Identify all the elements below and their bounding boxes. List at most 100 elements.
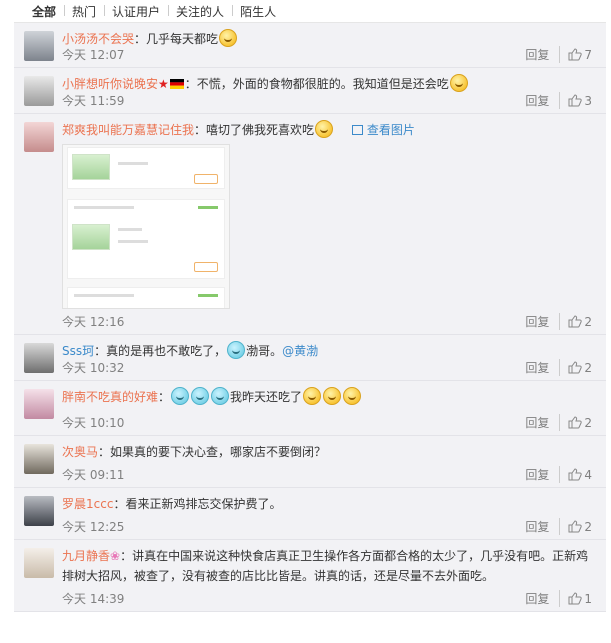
comment-body: 小胖想听你说晚安★ ：不慌，外面的食物都很脏的。我知道但是还会吃 bbox=[62, 68, 606, 94]
view-image-link[interactable]: 查看图片 bbox=[351, 123, 415, 137]
like-count: 2 bbox=[584, 314, 592, 329]
tab-verified[interactable]: 认证用户 bbox=[104, 3, 168, 20]
reply-button[interactable]: 回复 bbox=[525, 92, 561, 109]
comment-actions: 回复 2 bbox=[525, 518, 592, 535]
comment-body: Sss珂：真的是再也不敢吃了， 渤哥。@黄渤 bbox=[62, 335, 606, 361]
timestamp: 今天 12:07 bbox=[62, 48, 125, 62]
like-count: 2 bbox=[584, 360, 592, 375]
avatar[interactable] bbox=[24, 122, 54, 152]
image-text-line bbox=[74, 294, 134, 297]
comment-item: 罗晨1ccc：看来正新鸡排忘交保护费了。 今天 12:25 回复 2 bbox=[14, 488, 606, 540]
thumbs-up-icon bbox=[568, 520, 583, 533]
avatar[interactable] bbox=[24, 389, 54, 419]
filter-tabs: 全部 热门 认证用户 关注的人 陌生人 bbox=[0, 0, 611, 22]
thumbs-up-icon bbox=[568, 94, 583, 107]
image-text-line bbox=[118, 228, 142, 231]
like-count: 2 bbox=[584, 415, 592, 430]
emoji-icon bbox=[323, 387, 342, 405]
image-green-text bbox=[198, 206, 218, 209]
avatar[interactable] bbox=[24, 31, 54, 61]
like-button[interactable]: 2 bbox=[568, 416, 592, 430]
like-count: 7 bbox=[584, 47, 592, 62]
attached-image[interactable] bbox=[62, 144, 230, 309]
avatar[interactable] bbox=[24, 343, 54, 373]
reply-button[interactable]: 回复 bbox=[525, 414, 561, 431]
emoji-icon bbox=[219, 29, 238, 47]
image-text-line bbox=[118, 240, 148, 243]
view-image-label: 查看图片 bbox=[366, 123, 415, 137]
thumbs-up-icon bbox=[568, 468, 583, 481]
comment-body: 次奥马：如果真的要下决心查，哪家店不要倒闭？ bbox=[62, 436, 606, 462]
reply-button[interactable]: 回复 bbox=[525, 466, 561, 483]
avatar[interactable] bbox=[24, 444, 54, 474]
comment-body: 罗晨1ccc：看来正新鸡排忘交保护费了。 bbox=[62, 488, 606, 514]
username[interactable]: 九月静香 bbox=[62, 549, 110, 563]
image-order-card bbox=[67, 287, 225, 308]
image-text-line bbox=[74, 206, 134, 209]
german-flag-icon bbox=[169, 79, 184, 89]
comment-text: 讲真在中国来说这种快食店真正卫生操作各方面都合格的太少了，几乎没有吧。正新鸡排树… bbox=[62, 549, 589, 583]
image-text-line bbox=[118, 162, 148, 165]
timestamp: 今天 09:11 bbox=[62, 468, 125, 482]
timestamp: 今天 10:10 bbox=[62, 416, 125, 430]
separator: ： bbox=[194, 123, 207, 137]
comment-text: 几乎每天都吃 bbox=[146, 32, 219, 46]
emoji-icon bbox=[211, 387, 230, 405]
image-order-card bbox=[67, 147, 225, 189]
like-button[interactable]: 4 bbox=[568, 468, 592, 482]
separator: ： bbox=[158, 390, 171, 404]
star-badge-icon: ★ bbox=[158, 77, 169, 91]
comment-item: 九月静香❀：讲真在中国来说这种快食店真正卫生操作各方面都合格的太少了，几乎没有吧… bbox=[14, 540, 606, 612]
emoji-icon bbox=[227, 341, 246, 359]
image-order-card bbox=[67, 199, 225, 279]
separator: ： bbox=[184, 77, 197, 91]
username[interactable]: 小胖想听你说晚安 bbox=[62, 77, 158, 91]
like-button[interactable]: 2 bbox=[568, 315, 592, 329]
image-icon bbox=[351, 125, 363, 135]
username[interactable]: 次奥马 bbox=[62, 445, 98, 459]
like-button[interactable]: 3 bbox=[568, 94, 592, 108]
image-food-thumb bbox=[72, 154, 110, 180]
thumbs-up-icon bbox=[568, 592, 583, 605]
like-button[interactable]: 2 bbox=[568, 361, 592, 375]
comment-actions: 回复 3 bbox=[525, 92, 592, 109]
avatar[interactable] bbox=[24, 76, 54, 106]
image-button-shape bbox=[194, 174, 218, 184]
separator: ： bbox=[134, 32, 147, 46]
tab-hot[interactable]: 热门 bbox=[64, 3, 104, 20]
reply-button[interactable]: 回复 bbox=[525, 46, 561, 63]
like-button[interactable]: 1 bbox=[568, 592, 592, 606]
tab-strangers[interactable]: 陌生人 bbox=[232, 3, 284, 20]
tab-all[interactable]: 全部 bbox=[24, 3, 64, 20]
comment-text-continued: 渤哥。 bbox=[246, 344, 283, 358]
username[interactable]: 郑爽我叫能万嘉慧记住我 bbox=[62, 123, 194, 137]
username[interactable]: 小汤汤不会哭 bbox=[62, 32, 134, 46]
timestamp: 今天 11:59 bbox=[62, 94, 125, 108]
comment-body: 郑爽我叫能万嘉慧记住我：嘻切了佛我死喜欢吃 查看图片 bbox=[62, 114, 606, 140]
reply-button[interactable]: 回复 bbox=[525, 590, 561, 607]
like-button[interactable]: 7 bbox=[568, 48, 592, 62]
like-count: 4 bbox=[584, 467, 592, 482]
avatar[interactable] bbox=[24, 496, 54, 526]
like-button[interactable]: 2 bbox=[568, 520, 592, 534]
comment-item: 郑爽我叫能万嘉慧记住我：嘻切了佛我死喜欢吃 查看图片 今天 12:16 回复 2 bbox=[14, 114, 606, 335]
comment-item: Sss珂：真的是再也不敢吃了， 渤哥。@黄渤 今天 10:32 回复 2 bbox=[14, 335, 606, 381]
avatar[interactable] bbox=[24, 548, 54, 578]
reply-button[interactable]: 回复 bbox=[525, 313, 561, 330]
username[interactable]: 罗晨1ccc bbox=[62, 497, 113, 511]
mention-link[interactable]: @黄渤 bbox=[282, 344, 318, 358]
reply-button[interactable]: 回复 bbox=[525, 518, 561, 535]
like-count: 2 bbox=[584, 519, 592, 534]
separator: ： bbox=[113, 497, 126, 511]
emoji-icon bbox=[343, 387, 362, 405]
separator: ： bbox=[98, 445, 111, 459]
thumbs-up-icon bbox=[568, 361, 583, 374]
username[interactable]: 胖南不吃真的好难 bbox=[62, 390, 158, 404]
reply-button[interactable]: 回复 bbox=[525, 359, 561, 376]
username[interactable]: Sss珂 bbox=[62, 344, 94, 358]
comment-actions: 回复 2 bbox=[525, 414, 592, 431]
like-count: 1 bbox=[584, 591, 592, 606]
comment-actions: 回复 4 bbox=[525, 466, 592, 483]
tab-following[interactable]: 关注的人 bbox=[168, 3, 232, 20]
timestamp: 今天 14:39 bbox=[62, 592, 125, 606]
